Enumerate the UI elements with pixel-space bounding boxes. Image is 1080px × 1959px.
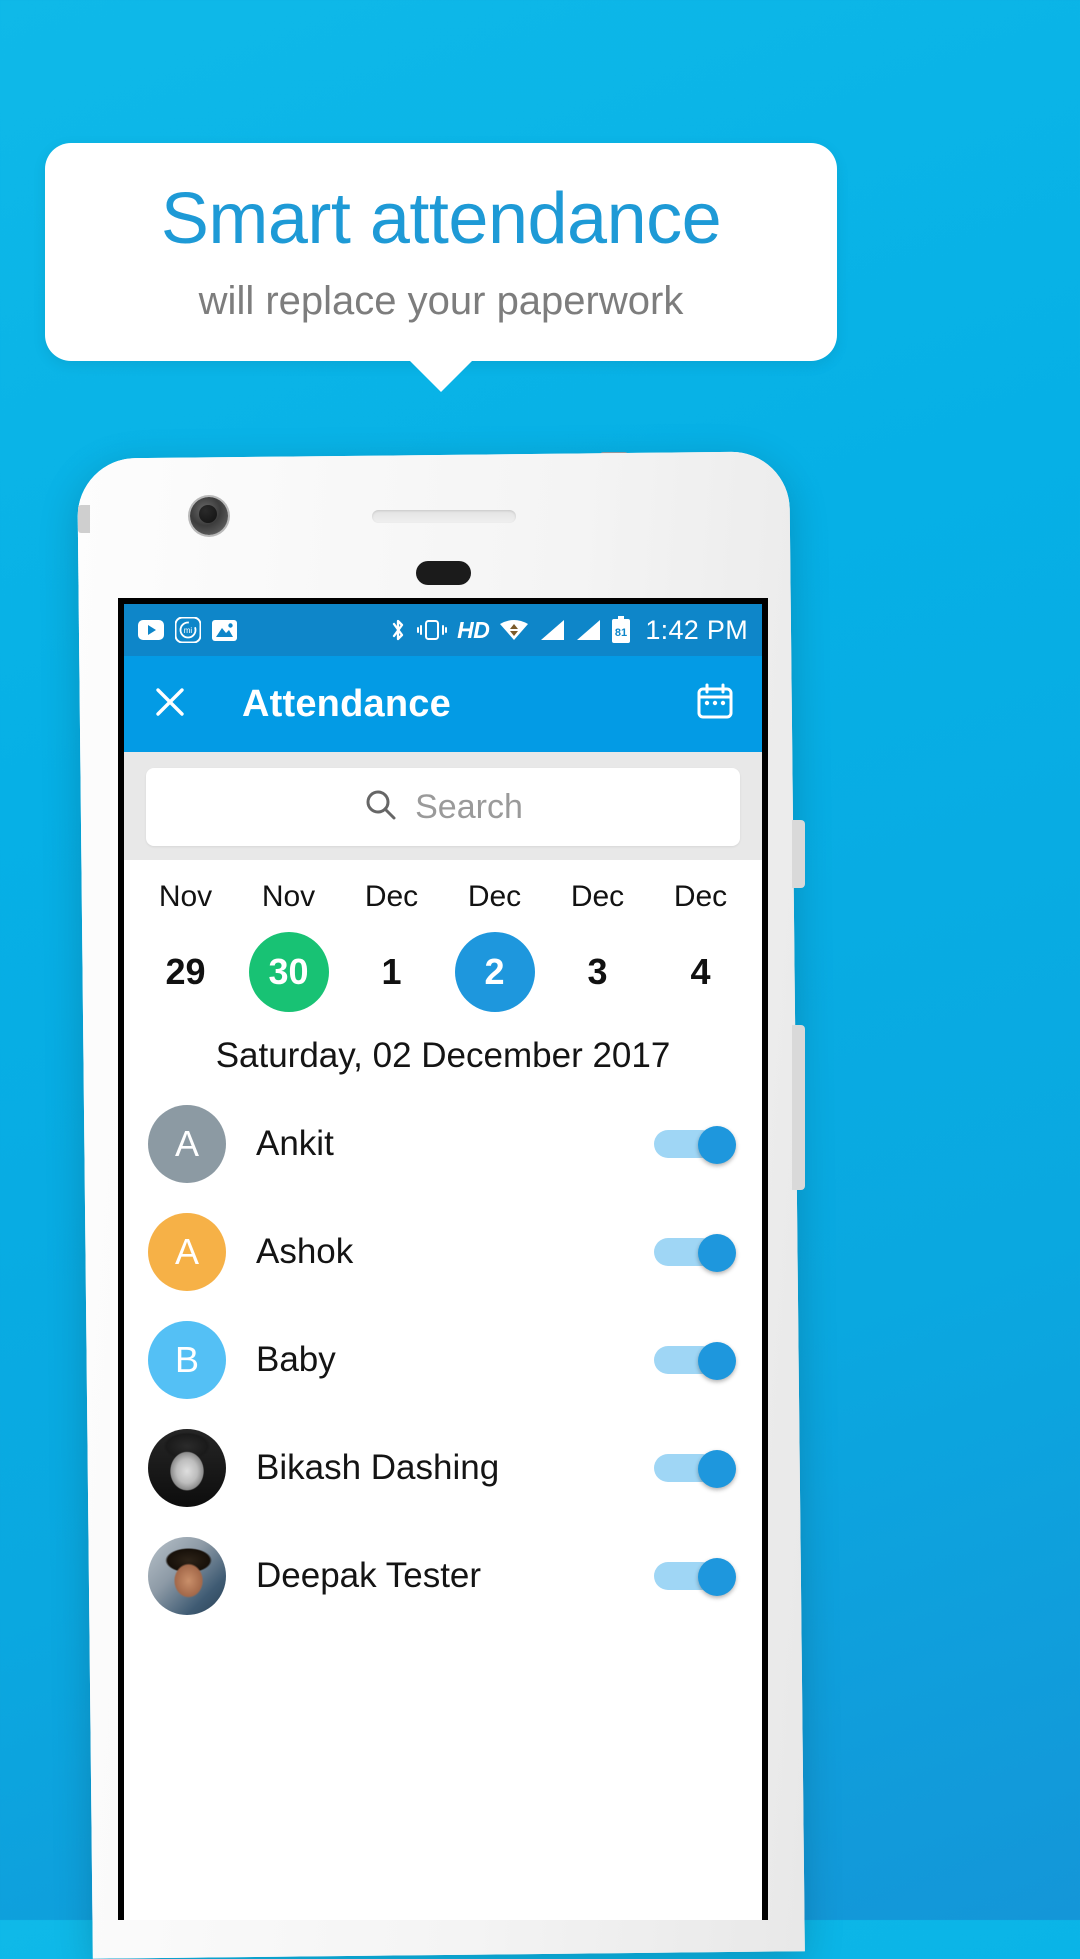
phone-volume-button — [792, 1025, 805, 1190]
bluetooth-icon — [389, 616, 407, 644]
avatar: A — [148, 1213, 226, 1291]
gallery-icon — [212, 619, 237, 641]
date-month-label: Nov — [261, 880, 316, 913]
table-row[interactable]: Bikash Dashing — [124, 1414, 762, 1522]
hd-icon: HD — [457, 616, 490, 643]
date-number: 2 — [484, 951, 505, 992]
status-bar: mi HD 81 1:42 PM — [124, 604, 762, 656]
date-number: 29 — [165, 951, 206, 992]
attendance-toggle[interactable] — [654, 1450, 736, 1488]
date-cell-3[interactable]: Dec 2 — [443, 880, 546, 1012]
battery-level-text: 81 — [615, 627, 627, 639]
date-number: 4 — [690, 951, 711, 992]
date-number-circle: 1 — [352, 932, 432, 1012]
svg-text:mi: mi — [184, 626, 193, 635]
toggle-knob — [698, 1558, 736, 1596]
calendar-icon[interactable] — [694, 681, 736, 728]
date-month-label: Dec — [673, 880, 728, 913]
date-month-label: Dec — [570, 880, 625, 913]
date-cell-5[interactable]: Dec 4 — [649, 880, 752, 1012]
date-number-circle: 3 — [558, 932, 638, 1012]
wifi-icon — [499, 618, 529, 642]
table-row[interactable]: A Ankit — [124, 1090, 762, 1198]
status-bar-system: HD 81 1:42 PM — [389, 615, 748, 646]
status-bar-clock: 1:42 PM — [645, 614, 748, 645]
attendance-toggle[interactable] — [654, 1234, 736, 1272]
phone-screen: mi HD 81 1:42 PM Attendance Search Nov 2… — [118, 598, 768, 1920]
toggle-knob — [698, 1342, 736, 1380]
page-title: Smart attendance — [160, 179, 722, 259]
avatar-initial: B — [174, 1339, 199, 1380]
date-number: 1 — [381, 951, 402, 992]
list-item-name: Deepak Tester — [256, 1556, 482, 1595]
search-section: Search — [124, 752, 762, 860]
date-cell-1[interactable]: Nov 30 — [237, 880, 340, 1012]
list-item-name: Ashok — [256, 1232, 354, 1271]
app-bar: Attendance — [124, 656, 762, 752]
phone-side-button-left — [78, 505, 90, 533]
list-item-name: Bikash Dashing — [256, 1448, 500, 1487]
table-row[interactable]: A Ashok — [124, 1198, 762, 1306]
youtube-icon — [138, 620, 164, 640]
promo-callout: Smart attendance will replace your paper… — [45, 143, 837, 361]
earpiece-speaker — [372, 510, 516, 523]
close-icon[interactable] — [150, 682, 190, 727]
status-bar-notifications: mi — [138, 617, 237, 643]
search-input[interactable]: Search — [146, 768, 740, 846]
phone-power-button — [792, 820, 805, 888]
date-number-circle: 2 — [454, 932, 535, 1012]
vibrate-icon — [417, 618, 448, 642]
date-month-label: Nov — [158, 880, 213, 913]
date-strip: Nov 29 Nov 30 Dec 1 Dec 2 Dec 3 Dec 4 — [124, 860, 762, 1018]
battery-icon: 81 — [611, 616, 631, 644]
date-month-label: Dec — [364, 880, 419, 913]
mi-cleaner-icon: mi — [175, 617, 201, 643]
attendance-toggle[interactable] — [654, 1126, 736, 1164]
list-item-name: Ankit — [256, 1124, 334, 1163]
front-camera-icon — [190, 497, 228, 535]
avatar: B — [148, 1321, 226, 1399]
date-month-label: Dec — [467, 880, 522, 913]
date-number: 30 — [268, 951, 309, 992]
app-bar-title: Attendance — [242, 682, 451, 725]
callout-tail — [409, 360, 473, 392]
search-icon — [363, 787, 399, 828]
date-cell-0[interactable]: Nov 29 — [134, 880, 237, 1012]
toggle-knob — [698, 1450, 736, 1488]
attendance-toggle[interactable] — [654, 1558, 736, 1596]
attendance-toggle[interactable] — [654, 1342, 736, 1380]
date-cell-4[interactable]: Dec 3 — [546, 880, 649, 1012]
avatar — [148, 1537, 226, 1615]
date-number-circle: 29 — [146, 932, 226, 1012]
table-row[interactable]: B Baby — [124, 1306, 762, 1414]
attendance-list: A Ankit A Ashok B Baby Bikash Dashing De… — [124, 1090, 762, 1630]
avatar — [148, 1429, 226, 1507]
avatar-initial: A — [174, 1123, 199, 1164]
date-cell-2[interactable]: Dec 1 — [340, 880, 443, 1012]
date-number-circle: 4 — [661, 932, 741, 1012]
toggle-knob — [698, 1234, 736, 1272]
signal-icon-1 — [539, 619, 565, 641]
list-item-name: Baby — [256, 1340, 336, 1379]
date-number: 3 — [587, 951, 608, 992]
toggle-knob — [698, 1126, 736, 1164]
proximity-sensor — [416, 561, 471, 585]
selected-date-label: Saturday, 02 December 2017 — [215, 1036, 671, 1075]
page-subtitle: will replace your paperwork — [198, 279, 684, 323]
search-placeholder: Search — [415, 787, 523, 826]
signal-icon-2 — [575, 619, 601, 641]
table-row[interactable]: Deepak Tester — [124, 1522, 762, 1630]
date-number-circle: 30 — [248, 932, 329, 1012]
avatar: A — [148, 1105, 226, 1183]
avatar-initial: A — [174, 1231, 199, 1272]
